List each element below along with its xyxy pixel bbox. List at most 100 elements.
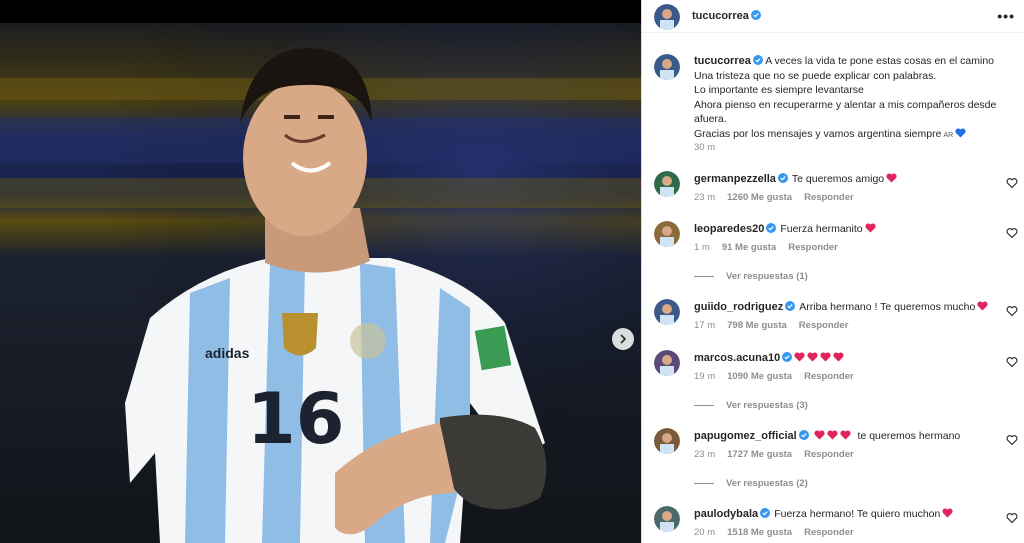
author-username[interactable]: tucucorrea — [692, 10, 749, 22]
caption-text: tucucorrea A veces la vida te pone estas… — [694, 54, 1024, 143]
comment-time: 19 m — [694, 371, 716, 382]
view-replies-button[interactable]: Ver respuestas (1) — [694, 271, 808, 282]
caption-line: A veces la vida te pone estas cosas en e… — [765, 55, 995, 67]
view-replies-button[interactable]: Ver respuestas (3) — [694, 400, 808, 411]
verified-badge-icon — [760, 508, 771, 518]
commenter-avatar[interactable] — [654, 299, 680, 325]
verified-badge-icon — [766, 223, 777, 233]
reply-button[interactable]: Responder — [804, 371, 854, 382]
caption-username[interactable]: tucucorrea — [694, 55, 751, 67]
comment-line: paulodybala Fuerza hermano! Te quiero muc… — [694, 508, 953, 520]
view-replies-button[interactable]: Ver respuestas (2) — [694, 478, 808, 489]
commenter-username[interactable]: leoparedes20 — [694, 223, 764, 235]
comment-likes[interactable]: 798 Me gusta — [727, 320, 787, 331]
commenter-username[interactable]: papugomez_official — [694, 430, 797, 442]
verified-badge-icon — [782, 352, 793, 362]
comment-text: Te queremos amigo — [791, 173, 885, 185]
reply-button[interactable]: Responder — [804, 192, 854, 203]
comment-likes[interactable]: 1727 Me gusta — [727, 449, 792, 460]
commenter-avatar[interactable] — [654, 350, 680, 376]
commenter-avatar[interactable] — [654, 221, 680, 247]
comment-meta: 20 m 1518 Me gusta Responder — [694, 527, 866, 538]
commenter-username[interactable]: guiido_rodriguez — [694, 301, 783, 313]
comment-item: papugomez_official te queremos hermano 23… — [654, 428, 1024, 472]
like-heart-icon[interactable] — [1006, 305, 1018, 317]
red-heart-icon — [820, 352, 831, 362]
caption-line: Gracias por los mensajes y vamos argenti… — [694, 127, 942, 140]
caption-line: Ahora pienso en recuperarme y alentar a … — [694, 98, 997, 126]
comment-likes[interactable]: 1518 Me gusta — [727, 527, 792, 538]
red-heart-icon — [865, 223, 876, 233]
comment-time: 20 m — [694, 527, 716, 538]
more-options-icon[interactable]: ••• — [997, 8, 1015, 24]
red-heart-icon — [807, 352, 818, 362]
replies-divider — [694, 483, 714, 484]
comment-item: paulodybala Fuerza hermano! Te quiero muc… — [654, 506, 1024, 543]
comment-item: germanpezzella Te queremos amigo 23 m 1260 … — [654, 171, 1024, 215]
comment-meta: 17 m 798 Me gusta Responder — [694, 320, 860, 331]
comment-meta: 23 m 1727 Me gusta Responder — [694, 449, 866, 460]
caption-avatar[interactable] — [654, 54, 680, 80]
post-media: 16 adidas — [0, 0, 641, 543]
comment-line: guiido_rodriguez Arriba hermano ! Te quer… — [694, 301, 988, 313]
jersey-number: 16 — [247, 378, 344, 460]
like-heart-icon[interactable] — [1006, 434, 1018, 446]
view-replies-label: Ver respuestas (1) — [726, 271, 808, 282]
author-name-row: tucucorrea — [692, 10, 761, 22]
comment-likes[interactable]: 1260 Me gusta — [727, 192, 792, 203]
comment-line: marcos.acuna10 — [694, 352, 844, 364]
like-heart-icon[interactable] — [1006, 227, 1018, 239]
comment-text: Fuerza hermanito — [780, 223, 863, 235]
flag-ar-icon: AR — [943, 131, 954, 139]
red-heart-icon — [942, 508, 953, 518]
comment-item: leoparedes20 Fuerza hermanito 1 m 91 Me gus… — [654, 221, 1024, 265]
comment-line: papugomez_official te queremos hermano — [694, 430, 960, 442]
view-replies-label: Ver respuestas (2) — [726, 478, 808, 489]
caption-line: Lo importante es siempre levantarse — [694, 84, 864, 96]
comment-text: Fuerza hermano! Te quiero muchon — [774, 508, 941, 520]
chevron-right-icon — [620, 334, 627, 344]
red-heart-icon — [827, 430, 838, 440]
caption-time: 30 m — [694, 142, 716, 153]
red-heart-icon — [840, 430, 851, 440]
post-photo: 16 adidas — [0, 23, 641, 543]
red-heart-icon — [794, 352, 805, 362]
reply-button[interactable]: Responder — [799, 320, 849, 331]
jersey-brand: adidas — [205, 345, 250, 361]
red-heart-icon — [977, 301, 988, 311]
commenter-avatar[interactable] — [654, 428, 680, 454]
comment-time: 23 m — [694, 449, 716, 460]
comment-time: 23 m — [694, 192, 716, 203]
view-replies-label: Ver respuestas (3) — [726, 400, 808, 411]
caption-line: Una tristeza que no se puede explicar co… — [694, 69, 937, 82]
replies-divider — [694, 276, 714, 277]
author-avatar[interactable] — [654, 4, 680, 30]
like-heart-icon[interactable] — [1006, 512, 1018, 524]
red-heart-icon — [886, 173, 897, 183]
commenter-avatar[interactable] — [654, 171, 680, 197]
verified-badge-icon — [785, 301, 796, 311]
commenter-username[interactable]: paulodybala — [694, 508, 758, 520]
post-side-panel: tucucorrea ••• tucucorrea A veces la vid… — [641, 0, 1024, 543]
media-top-bar — [0, 0, 641, 23]
comment-meta: 23 m 1260 Me gusta Responder — [694, 192, 866, 203]
reply-button[interactable]: Responder — [804, 527, 854, 538]
comment-time: 1 m — [694, 242, 710, 253]
like-heart-icon[interactable] — [1006, 356, 1018, 368]
reply-button[interactable]: Responder — [804, 449, 854, 460]
replies-divider — [694, 405, 714, 406]
post-header: tucucorrea ••• — [642, 0, 1024, 33]
next-image-button[interactable] — [612, 328, 634, 350]
comment-likes[interactable]: 91 Me gusta — [722, 242, 776, 253]
commenter-avatar[interactable] — [654, 506, 680, 532]
commenter-username[interactable]: germanpezzella — [694, 173, 776, 185]
commenter-username[interactable]: marcos.acuna10 — [694, 352, 780, 364]
comment-likes[interactable]: 1090 Me gusta — [727, 371, 792, 382]
comment-meta: 1 m 91 Me gusta Responder — [694, 242, 850, 253]
comment-item: guiido_rodriguez Arriba hermano ! Te quer… — [654, 299, 1024, 343]
comment-meta: 19 m 1090 Me gusta Responder — [694, 371, 866, 382]
blue-heart-icon — [955, 127, 966, 138]
reply-button[interactable]: Responder — [788, 242, 838, 253]
verified-badge-icon — [752, 55, 763, 65]
like-heart-icon[interactable] — [1006, 177, 1018, 189]
